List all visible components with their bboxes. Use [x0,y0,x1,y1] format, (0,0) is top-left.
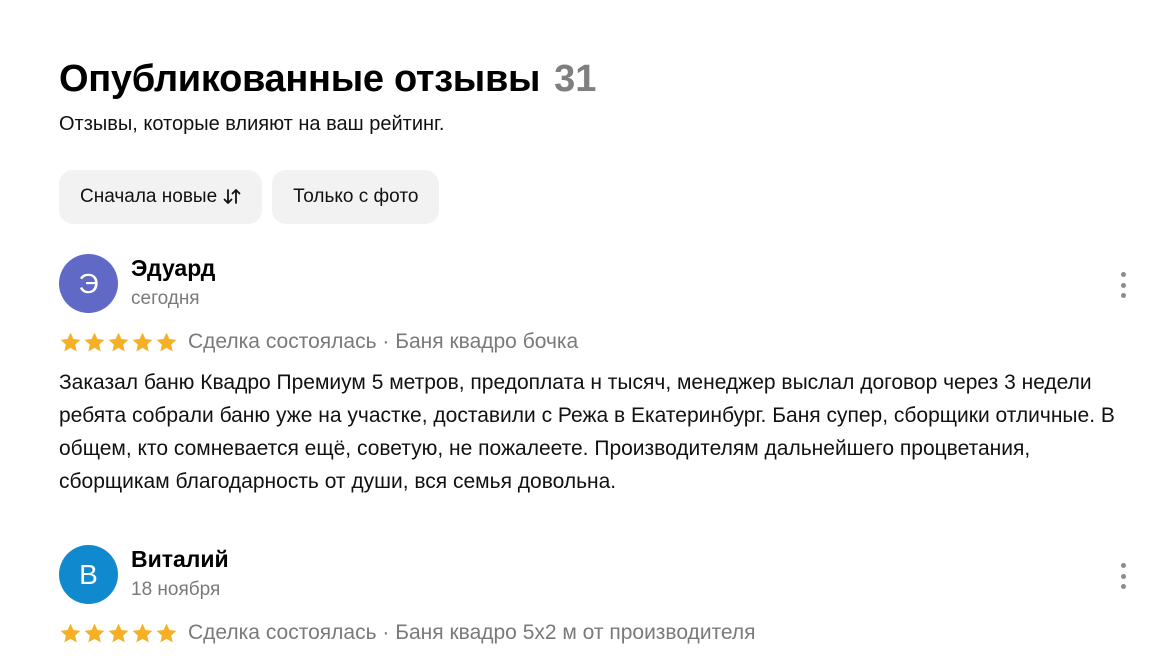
star-icon [132,332,153,351]
avatar[interactable]: В [59,545,118,604]
star-icon [60,332,81,351]
rating-stars [59,331,178,354]
review-deal-info: Сделка состоялась · Баня квадро 5х2 м от… [188,621,756,644]
star-icon [156,332,177,351]
reviews-count: 31 [554,58,597,100]
review-meta: Сделка состоялась · Баня квадро 5х2 м от… [59,621,756,645]
page-title: Опубликованные отзывы [59,58,541,100]
photo-filter-label: Только с фото [293,186,419,207]
star-icon [84,332,105,351]
review-date: сегодня [131,288,200,309]
review-meta: Сделка состоялась · Баня квадро бочка [59,330,578,354]
review-date: 18 ноября [131,579,221,600]
star-icon [132,623,153,642]
more-options-icon[interactable] [1113,563,1133,589]
more-options-icon[interactable] [1113,272,1133,298]
review-text: Заказал баню Квадро Премиум 5 метров, пр… [59,371,1115,493]
sort-arrows-icon [223,189,241,204]
star-icon [84,623,105,642]
rating-stars [59,622,178,645]
star-icon [108,623,129,642]
star-icon [156,623,177,642]
review-author[interactable]: Эдуард [131,255,215,282]
filters-bar: Сначала новые Только с фото [59,170,440,224]
sort-button[interactable]: Сначала новые [59,170,263,224]
photo-filter-button[interactable]: Только с фото [272,170,440,224]
avatar-initial: В [79,558,98,590]
review-author[interactable]: Виталий [131,546,229,573]
review-deal-info: Сделка состоялась · Баня квадро бочка [188,330,579,353]
sort-button-label: Сначала новые [80,186,218,207]
avatar[interactable]: Э [59,254,118,313]
star-icon [60,623,81,642]
avatar-initial: Э [78,267,99,299]
page-header: Опубликованные отзывы 31 [59,58,596,101]
star-icon [108,332,129,351]
page-subtitle: Отзывы, которые влияют на ваш рейтинг. [59,113,445,135]
